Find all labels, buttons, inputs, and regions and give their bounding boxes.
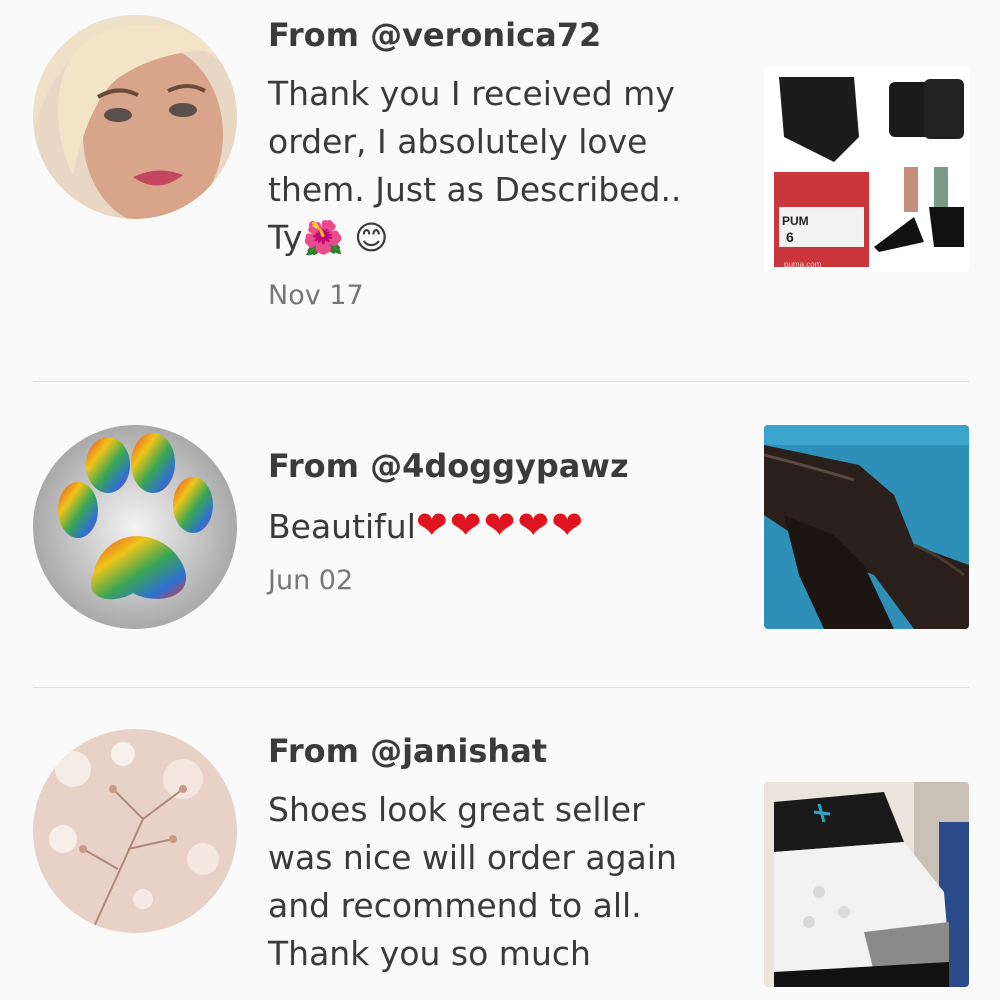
review-author[interactable]: From @4doggypawz [268,446,728,486]
purchased-item-thumbnail[interactable]: PUM 6 puma.com [764,67,969,272]
review-comment: Thank you I received my order, I absolut… [268,74,682,257]
review-date: Jun 02 [268,565,354,596]
paw-print-icon [33,425,237,629]
box-brand-label: PUM [782,214,809,228]
user-avatar-janishat[interactable] [33,729,237,933]
heart-emojis: ❤❤❤❤❤ [415,503,586,547]
box-site-label: puma.com [784,260,822,269]
review-comment-text: Beautiful [268,507,416,546]
black-sneakers-photo-icon: PUM 6 puma.com [764,67,969,272]
review-comment: Shoes look great seller was nice will or… [268,790,677,973]
purchased-item-thumbnail[interactable] [764,425,969,629]
review-author[interactable]: From @veronica72 [268,15,728,55]
review-date: Nov 17 [268,280,364,311]
purchased-item-thumbnail[interactable] [764,782,969,987]
divider [33,381,969,382]
divider [33,687,969,688]
leather-boots-photo-icon [764,425,969,629]
review-author[interactable]: From @janishat [268,731,728,771]
jordan-sneakers-photo-icon [764,782,969,987]
review-comment: Beautiful❤❤❤❤❤ [268,501,738,551]
woman-portrait-icon [33,15,237,219]
user-avatar-4doggypawz[interactable] [33,425,237,629]
box-size-label: 6 [786,229,794,245]
floral-bokeh-icon [33,729,237,933]
user-avatar-veronica72[interactable] [33,15,237,219]
